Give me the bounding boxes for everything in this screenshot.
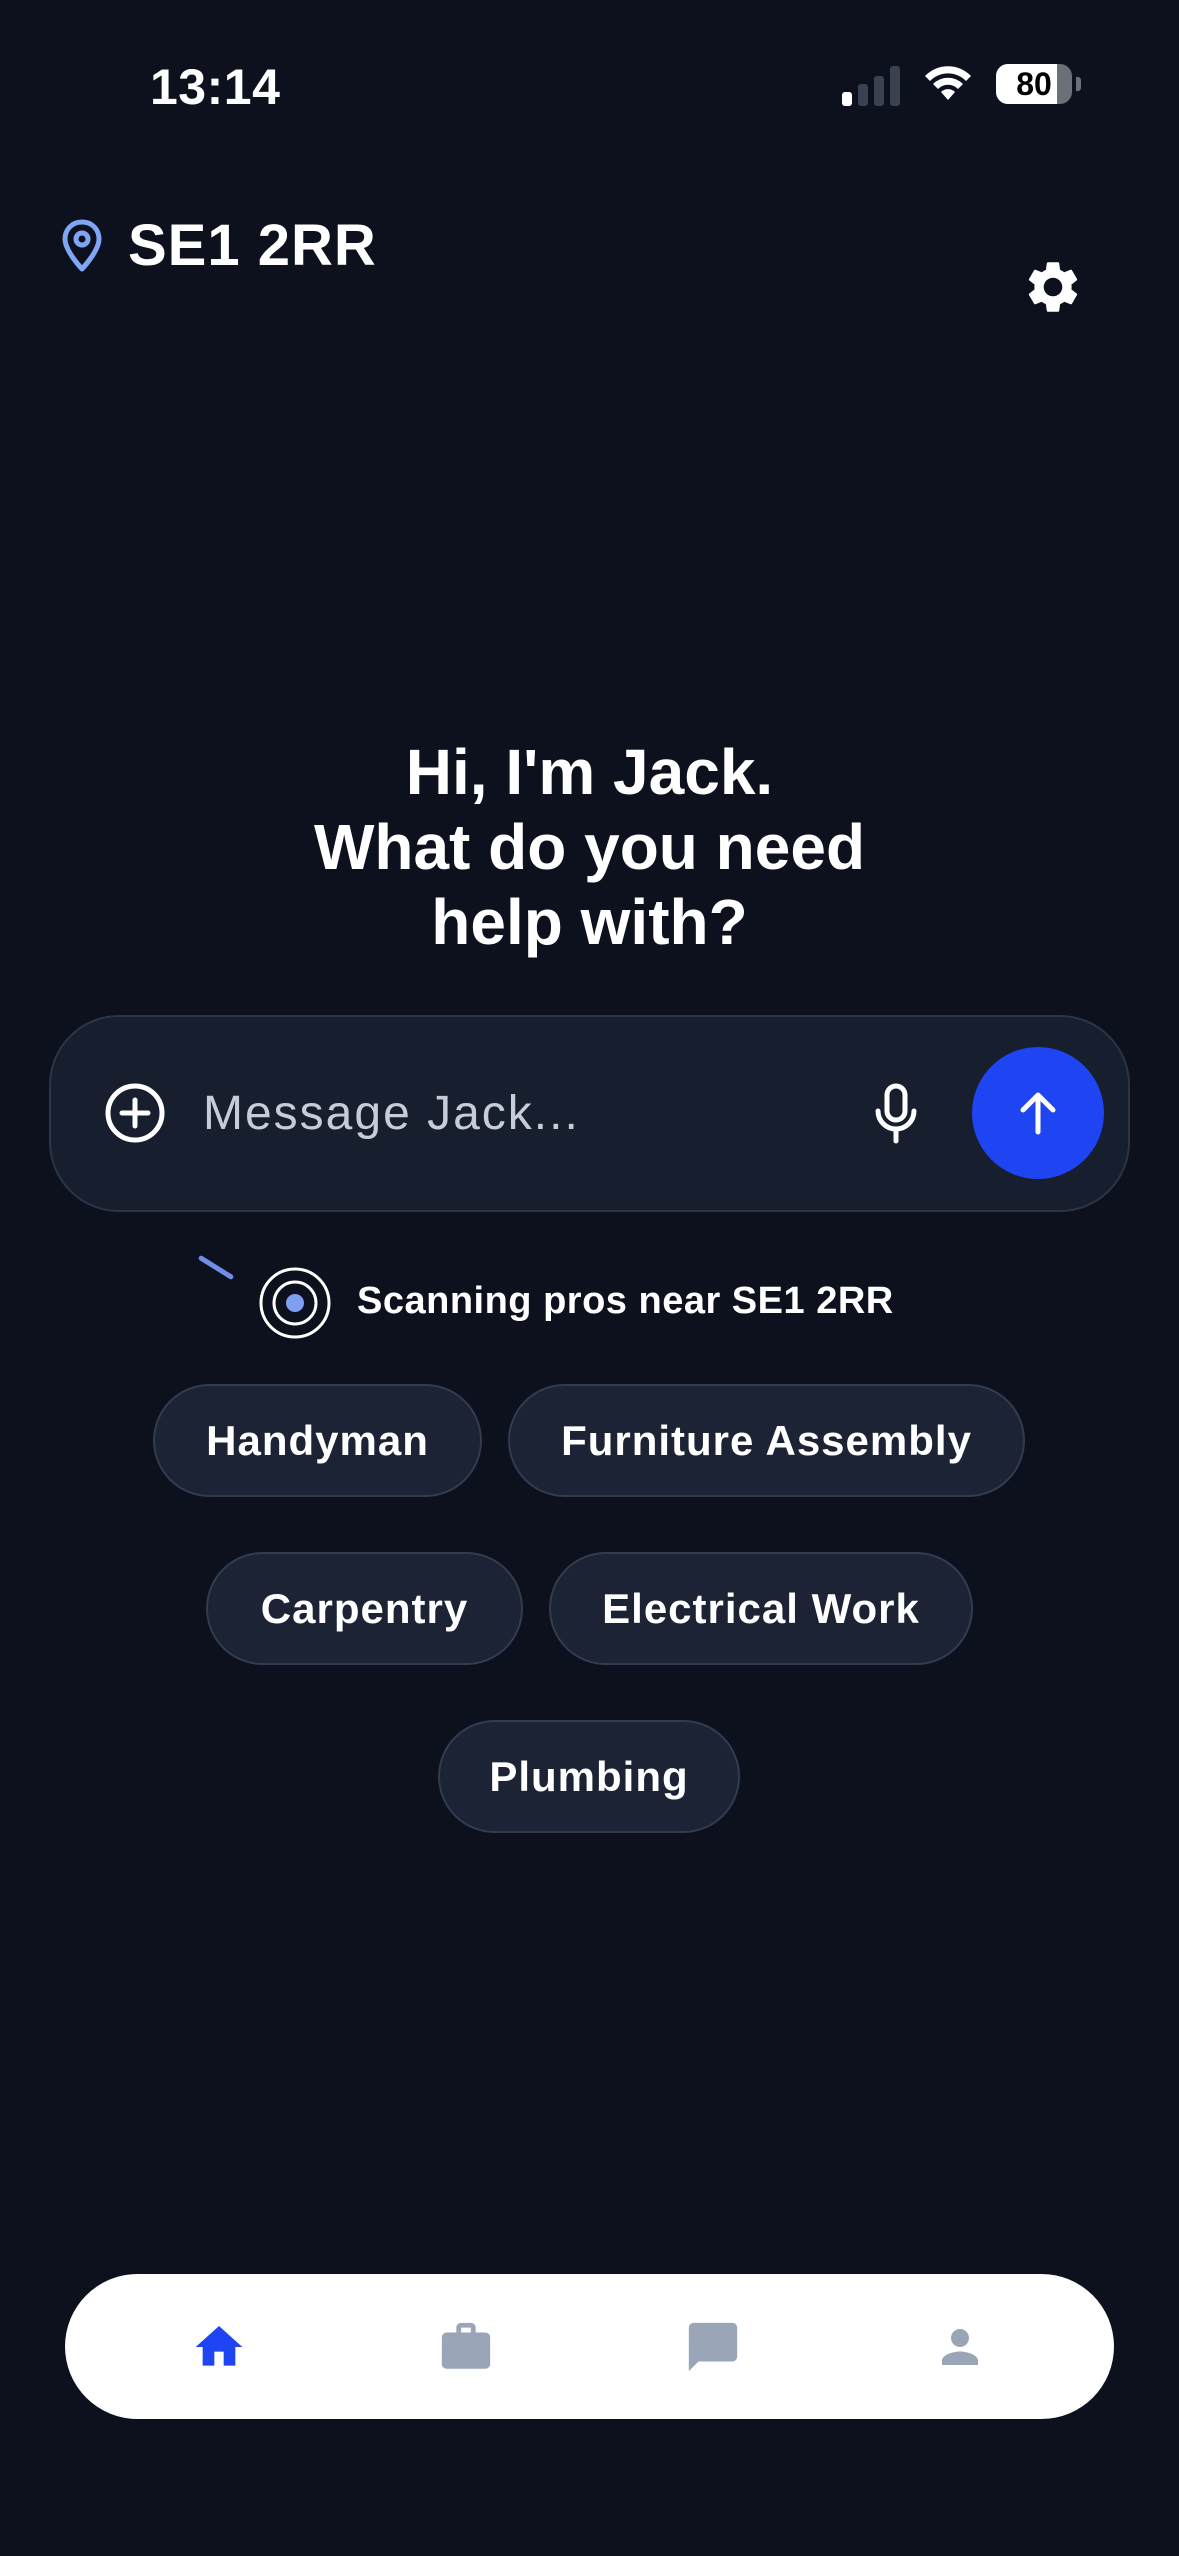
battery-tip	[1076, 77, 1081, 91]
chip-plumbing[interactable]: Plumbing	[438, 1720, 740, 1833]
profile-icon	[942, 2329, 978, 2365]
chat-icon	[688, 2322, 738, 2372]
location-selector[interactable]: SE1 2RR	[60, 212, 377, 279]
wifi-icon	[925, 66, 971, 100]
chip-electrical-work[interactable]: Electrical Work	[549, 1552, 973, 1665]
add-attachment-button[interactable]	[104, 1082, 166, 1144]
battery-icon: 80	[996, 64, 1072, 104]
chip-furniture-assembly[interactable]: Furniture Assembly	[508, 1384, 1025, 1497]
nav-profile[interactable]	[920, 2307, 1000, 2387]
radar-sweep-line	[197, 1254, 235, 1281]
settings-button[interactable]	[1018, 252, 1088, 322]
message-input[interactable]	[203, 1072, 823, 1154]
radar-icon	[259, 1267, 331, 1339]
briefcase-icon	[441, 2322, 491, 2369]
nav-jobs[interactable]	[426, 2307, 506, 2387]
cellular-signal-icon	[842, 62, 900, 106]
location-text: SE1 2RR	[128, 213, 377, 278]
map-pin-icon	[62, 219, 102, 271]
message-composer	[49, 1015, 1130, 1212]
voice-input-button[interactable]	[861, 1079, 931, 1149]
greeting-line-2: What do you need	[313, 811, 866, 883]
chip-carpentry[interactable]: Carpentry	[206, 1552, 523, 1665]
gear-icon	[1028, 262, 1078, 312]
chip-handyman[interactable]: Handyman	[153, 1384, 482, 1497]
status-icons: 80	[842, 62, 1081, 106]
home-screen: 13:14 80 SE1 2RR Hi, I'm Jack. What do y…	[0, 0, 1179, 2556]
microphone-icon	[875, 1083, 917, 1144]
arrow-up-icon	[1020, 1092, 1056, 1135]
status-time: 13:14	[150, 59, 281, 115]
battery-percent: 80	[1016, 65, 1052, 102]
bottom-navigation	[65, 2274, 1114, 2419]
greeting-line-1: Hi, I'm Jack.	[405, 736, 774, 808]
nav-messages[interactable]	[673, 2307, 753, 2387]
plus-circle-icon	[105, 1083, 165, 1143]
greeting-line-3: help with?	[431, 886, 748, 958]
send-button[interactable]	[972, 1047, 1104, 1179]
home-icon	[195, 2326, 243, 2366]
greeting-heading: Hi, I'm Jack. What do you need help with…	[0, 735, 1179, 960]
nav-home[interactable]	[179, 2307, 259, 2387]
scanning-status-text: Scanning pros near SE1 2RR	[357, 1280, 894, 1322]
